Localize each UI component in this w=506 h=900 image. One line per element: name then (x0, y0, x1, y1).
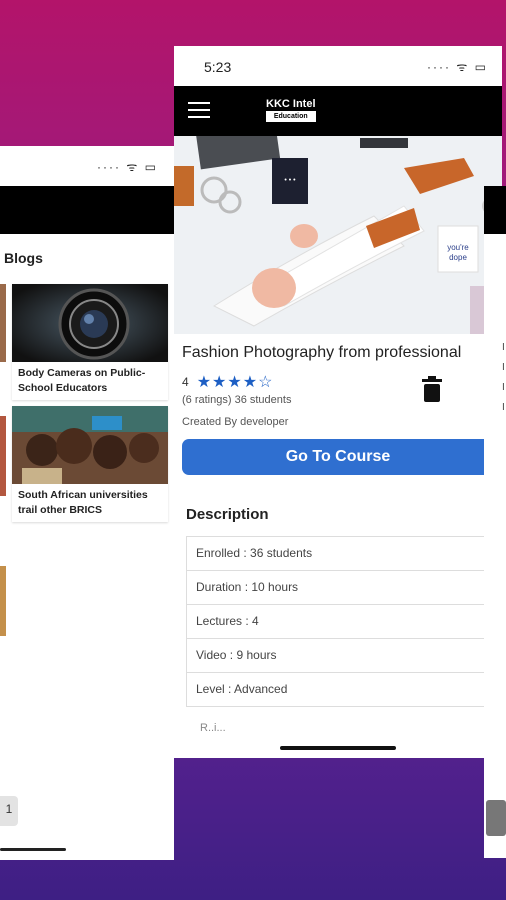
status-bar: ···· ᯤ ▭ (0, 146, 174, 186)
go-to-course-button[interactable]: Go To Course (182, 439, 494, 475)
detail-video: Video : 9 hours (187, 639, 491, 673)
blog-card[interactable]: South African universities trail other B… (12, 406, 168, 522)
course-author: Created By developer (182, 416, 289, 428)
partial-image (0, 284, 6, 362)
partial-text: I (502, 342, 505, 353)
blog-title: Body Cameras on Public-School Educators (18, 367, 146, 394)
status-icons: ···· ᯤ ▭ (97, 160, 158, 174)
app-bar (0, 186, 174, 234)
home-indicator (280, 746, 396, 750)
ratings-count: (6 ratings) 36 students (182, 394, 292, 406)
partial-text: I (502, 402, 505, 413)
detail-level: Level : Advanced (196, 682, 288, 696)
detail-lectures: Lectures : 4 (187, 605, 491, 639)
home-indicator (0, 848, 66, 851)
right-screen: I I I I (484, 186, 506, 858)
center-screen: 5:23 ···· ᯤ ▭ KKC Intel Education • • • … (174, 46, 502, 758)
blog-image (12, 406, 168, 484)
course-rating: 4 ★★★★☆ (182, 372, 273, 392)
left-screen: ···· ᯤ ▭ Blogs Body Cameras on Public-Sc… (0, 146, 174, 860)
description-heading: Description (186, 506, 269, 523)
status-time: 5:23 (204, 59, 232, 75)
svg-text:• • •: • • • (284, 177, 296, 184)
menu-icon[interactable] (188, 102, 210, 118)
partial-text: I (502, 362, 505, 373)
blog-title: South African universities trail other B… (18, 489, 148, 516)
detail-duration: Duration : 10 hours (187, 571, 491, 605)
app-logo: KKC Intel Education (266, 99, 316, 122)
partial-text: R..i... (200, 722, 226, 734)
partial-image (0, 416, 6, 496)
page-indicator[interactable]: 1 (0, 796, 18, 826)
rating-value: 4 (182, 375, 189, 389)
partial-image (0, 566, 6, 636)
status-bar: 5:23 ···· ᯤ ▭ (174, 46, 502, 86)
trash-icon[interactable] (422, 376, 442, 402)
logo-line1: KKC Intel (266, 98, 316, 110)
course-title: Fashion Photography from professional (182, 344, 462, 361)
svg-text:you're: you're (447, 243, 469, 252)
app-bar (484, 186, 506, 234)
app-bar: KKC Intel Education (174, 86, 502, 136)
partial-text: I (502, 382, 505, 393)
svg-text:dope: dope (449, 253, 467, 262)
course-image: • • • you're dope (174, 136, 502, 334)
course-details-list: Enrolled : 36 students Duration : 10 hou… (186, 536, 492, 707)
blog-card[interactable]: Body Cameras on Public-School Educators (12, 284, 168, 400)
blog-image (12, 284, 168, 362)
star-rating-icon: ★★★★☆ (196, 374, 274, 391)
partial-button[interactable] (486, 800, 506, 836)
logo-line2: Education (266, 111, 316, 122)
detail-enrolled: Enrolled : 36 students (187, 537, 491, 571)
status-icons: ···· ᯤ ▭ (427, 60, 488, 74)
section-title: Blogs (4, 250, 43, 266)
